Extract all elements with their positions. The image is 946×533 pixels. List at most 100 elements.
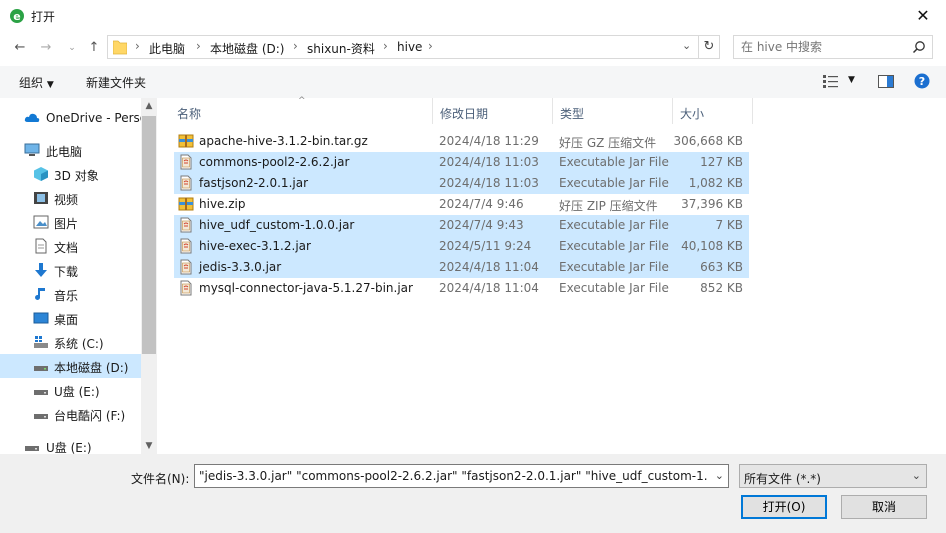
nav-item-documents[interactable]: 文档 [0, 234, 141, 258]
file-size: 40,108 KB [681, 239, 743, 253]
nav-item-onedrive[interactable]: OneDrive - Perso [0, 106, 147, 130]
back-button[interactable]: ← [10, 39, 30, 57]
column-header-type[interactable]: 类型 [553, 98, 673, 124]
nav-item-desktop[interactable]: 桌面 [0, 306, 141, 330]
nav-item-music[interactable]: 音乐 [0, 282, 141, 306]
nav-item-downloads[interactable]: 下载 [0, 258, 141, 282]
file-row[interactable]: hive_udf_custom-1.0.0.jar 2024/7/4 9:43 Ex… [174, 215, 749, 236]
download-icon [35, 263, 47, 277]
view-dropdown-caret-icon[interactable]: ▼ [848, 75, 855, 85]
close-icon: ✕ [916, 6, 930, 25]
refresh-button[interactable]: ↻ [699, 35, 720, 59]
file-size: 852 KB [700, 281, 743, 295]
preview-pane-icon[interactable] [878, 75, 894, 88]
arrow-left-icon: ← [14, 40, 26, 55]
organize-button[interactable]: 组织 ▼ [19, 74, 54, 91]
new-folder-button[interactable]: 新建文件夹 [86, 74, 146, 91]
file-row[interactable]: mysql-connector-java-5.1.27-bin.jar 2024/… [174, 278, 749, 299]
file-type: Executable Jar File [559, 239, 669, 253]
address-bar[interactable]: › 此电脑 › 本地磁盘 (D:) › shixun-资料 › hive › ⌄ [107, 35, 699, 59]
breadcrumb-shixun[interactable]: shixun-资料 [307, 40, 375, 57]
file-name: hive-exec-3.1.2.jar [199, 239, 311, 253]
view-options-icon[interactable] [823, 75, 839, 89]
close-button[interactable]: ✕ [900, 0, 946, 32]
nav-item-system-c[interactable]: 系统 (C:) [0, 330, 141, 354]
jar-file-icon [180, 259, 192, 275]
filename-input[interactable] [195, 465, 708, 487]
file-row[interactable]: fastjson2-2.0.1.jar 2024/4/18 11:03 Execut… [174, 173, 749, 194]
file-type: Executable Jar File [559, 218, 669, 232]
file-row[interactable]: jedis-3.3.0.jar 2024/4/18 11:04 Executable… [174, 257, 749, 278]
scroll-up-arrow-icon[interactable]: ▲ [141, 98, 157, 114]
breadcrumb-separator: › [383, 39, 388, 53]
navigation-scrollbar[interactable]: ▲ ▼ [141, 98, 157, 454]
file-row[interactable]: apache-hive-3.1.2-bin.tar.gz 2024/4/18 11… [174, 131, 749, 152]
file-type: Executable Jar File [559, 176, 669, 190]
search-input[interactable] [734, 36, 904, 58]
open-button[interactable]: 打开(O) [741, 495, 827, 519]
column-header-name[interactable]: 名称 ^ [170, 96, 433, 124]
chevron-down-icon: ⌄ [911, 469, 921, 482]
picture-icon [33, 215, 49, 229]
cloud-icon [24, 113, 40, 122]
nav-item-pictures[interactable]: 图片 [0, 210, 141, 234]
file-row[interactable]: hive.zip 2024/7/4 9:46 好压 ZIP 压缩文件 37,396 K… [174, 194, 749, 215]
nav-item-teclast-f[interactable]: 台电酷闪 (F:) [0, 402, 141, 426]
svg-text:?: ? [919, 75, 925, 88]
document-icon [35, 238, 47, 254]
file-date: 2024/7/4 9:43 [439, 218, 524, 232]
search-box[interactable] [733, 35, 933, 59]
jar-file-icon [180, 175, 192, 191]
nav-item-usb-e-root[interactable]: U盘 (E:) [0, 434, 141, 454]
breadcrumb-hive[interactable]: hive [397, 40, 422, 54]
file-name: commons-pool2-2.6.2.jar [199, 155, 350, 169]
system-drive-icon [34, 336, 48, 348]
chevron-down-icon[interactable]: ⌄ [715, 469, 724, 482]
jar-file-icon [180, 217, 192, 233]
column-header-date[interactable]: 修改日期 [433, 98, 553, 124]
file-size: 1,082 KB [688, 176, 743, 190]
recent-locations-button[interactable]: ⌄ [62, 39, 82, 57]
cancel-button[interactable]: 取消 [841, 495, 927, 519]
address-history-chevron-icon[interactable]: ⌄ [682, 39, 694, 55]
filename-combobox[interactable]: ⌄ [194, 464, 729, 488]
up-button[interactable]: ↑ [84, 39, 104, 57]
file-row[interactable]: hive-exec-3.1.2.jar 2024/5/11 9:24 Executa… [174, 236, 749, 257]
file-type-filter[interactable]: 所有文件 (*.*) ⌄ [739, 464, 927, 488]
nav-item-videos[interactable]: 视频 [0, 186, 141, 210]
usb-drive-icon [34, 414, 48, 419]
file-size: 663 KB [700, 260, 743, 274]
file-name: hive.zip [199, 197, 246, 211]
scrollbar-thumb[interactable] [142, 116, 156, 354]
file-type: 好压 GZ 压缩文件 [559, 136, 657, 150]
archive-icon [178, 197, 194, 211]
nav-item-this-pc[interactable]: 此电脑 [0, 138, 141, 162]
arrow-up-icon: ↑ [88, 40, 100, 55]
file-name: hive_udf_custom-1.0.0.jar [199, 218, 355, 232]
column-header-size[interactable]: 大小 [673, 98, 753, 124]
file-name: mysql-connector-java-5.1.27-bin.jar [199, 281, 413, 295]
file-date: 2024/4/18 11:03 [439, 176, 539, 190]
file-row[interactable]: commons-pool2-2.6.2.jar 2024/4/18 11:03 Ex… [174, 152, 749, 173]
nav-item-usb-e[interactable]: U盘 (E:) [0, 378, 141, 402]
navigation-pane: OneDrive - Perso 此电脑 3D 对象 视频 图片 文档 下载 音… [0, 98, 157, 454]
file-size: 7 KB [715, 218, 743, 232]
file-date: 2024/4/18 11:04 [439, 281, 539, 295]
file-size: 127 KB [700, 155, 743, 169]
arrow-right-icon: → [40, 40, 52, 55]
file-type: Executable Jar File [559, 281, 669, 295]
nav-item-local-disk-d[interactable]: 本地磁盘 (D:) [0, 354, 141, 378]
breadcrumb-this-pc[interactable]: 此电脑 [149, 40, 185, 57]
file-name: fastjson2-2.0.1.jar [199, 176, 309, 190]
usb-drive-icon [34, 390, 48, 395]
file-type: Executable Jar File [559, 260, 669, 274]
forward-button[interactable]: → [36, 39, 56, 57]
chevron-down-icon: ⌄ [68, 43, 76, 53]
nav-item-3d-objects[interactable]: 3D 对象 [0, 162, 141, 186]
file-name: apache-hive-3.1.2-bin.tar.gz [199, 134, 368, 148]
breadcrumb-drive-d[interactable]: 本地磁盘 (D:) [210, 40, 284, 57]
desktop-icon [33, 312, 49, 324]
help-icon[interactable]: ? [914, 73, 930, 89]
scroll-down-arrow-icon[interactable]: ▼ [141, 438, 157, 454]
file-date: 2024/4/18 11:03 [439, 155, 539, 169]
